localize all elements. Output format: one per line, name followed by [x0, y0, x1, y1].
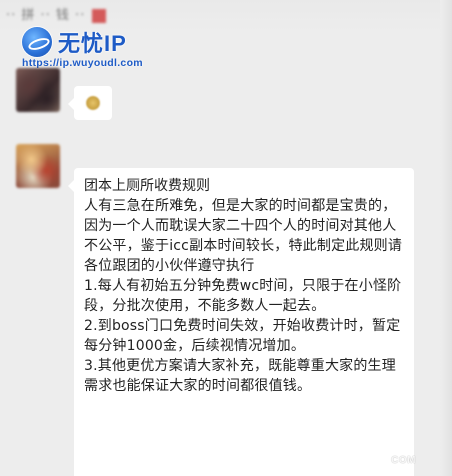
- message-bubble-text[interactable]: 团本上厕所收费规则 人有三急在所难免，但是大家的时间都是宝贵的，因为一个人而耽误…: [68, 168, 414, 476]
- emoji-icon: [86, 95, 100, 111]
- message-paragraph: 3.其他更优方案请大家补充，既能尊重大家的生理需求也能保证大家的时间都很值钱。: [84, 358, 396, 394]
- chat-title-blurred: ·· 拼 ·· 钱 ··: [0, 4, 238, 24]
- avatar[interactable]: [16, 144, 60, 188]
- watermark-brand: 无忧IP: [58, 31, 127, 56]
- planet-logo-icon: [22, 27, 52, 57]
- message-bubble-emoji[interactable]: [68, 86, 112, 120]
- avatar[interactable]: [16, 68, 60, 112]
- message-paragraph: 人有三急在所难免，但是大家的时间都是宝贵的，因为一个人而耽误大家二十四个人的时间…: [84, 198, 403, 274]
- watermark-logo: 无忧IP: [22, 26, 127, 58]
- message-paragraph: 1.每人有初始五分钟免费wc时间，只限于在小怪阶段，分批次使用，不能多数人一起去…: [84, 278, 402, 314]
- message-title: 团本上厕所收费规则: [84, 178, 210, 194]
- chat-screen: ·· 拼 ·· 钱 ·· 无忧IP https://ip.wuyoudl.com…: [0, 0, 452, 476]
- screen-edge: [440, 0, 452, 476]
- blurred-emoji-icon: [92, 8, 107, 23]
- watermark-bottom: COM: [391, 455, 416, 466]
- chat-title-text: ·· 拼 ·· 钱 ··: [6, 8, 86, 23]
- message-paragraph: 2.到boss门口免费时间失效，开始收费计时，暂定每分钟1000金，后续视情况增…: [84, 318, 401, 354]
